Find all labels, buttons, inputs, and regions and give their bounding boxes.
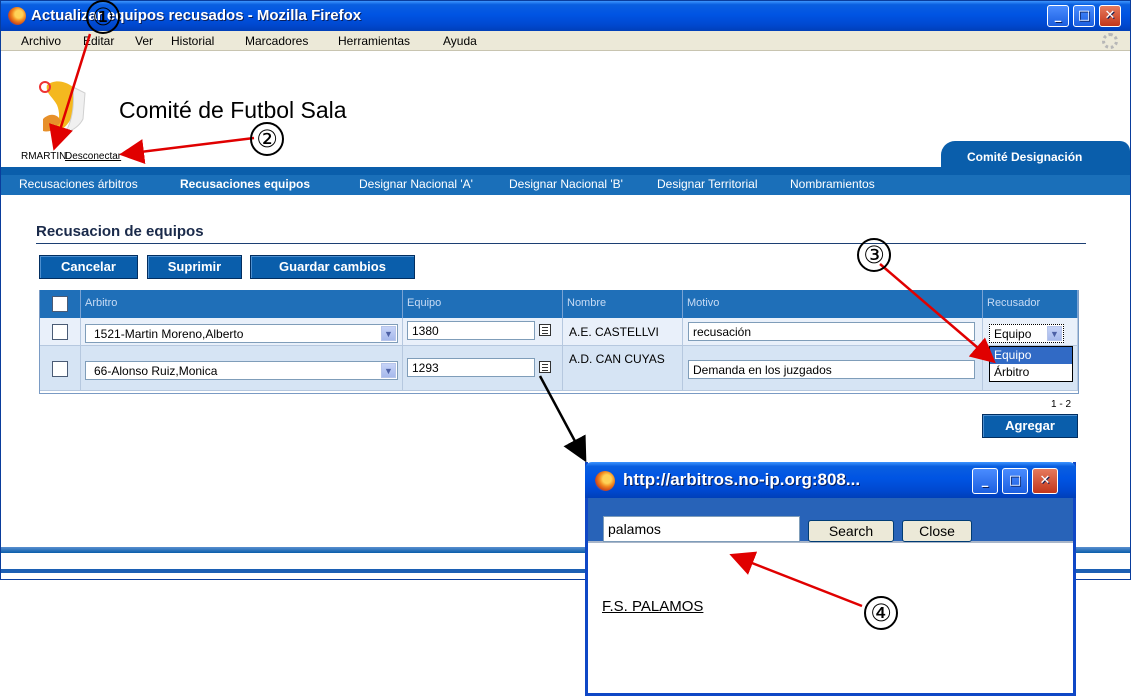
annotation-arrow-1 [49,33,92,151]
popup-pointer-arrow [538,375,587,463]
annotation-arrows [49,33,996,608]
annotation-marker-4: ④ [864,596,898,630]
annotation-arrow-2 [119,136,255,164]
annotation-marker-2: ② [250,122,284,156]
annotation-marker-1: ① [86,0,120,34]
annotation-arrow-4 [729,551,863,608]
annotation-arrow-3 [879,263,996,364]
annotation-marker-3: ③ [857,238,891,272]
